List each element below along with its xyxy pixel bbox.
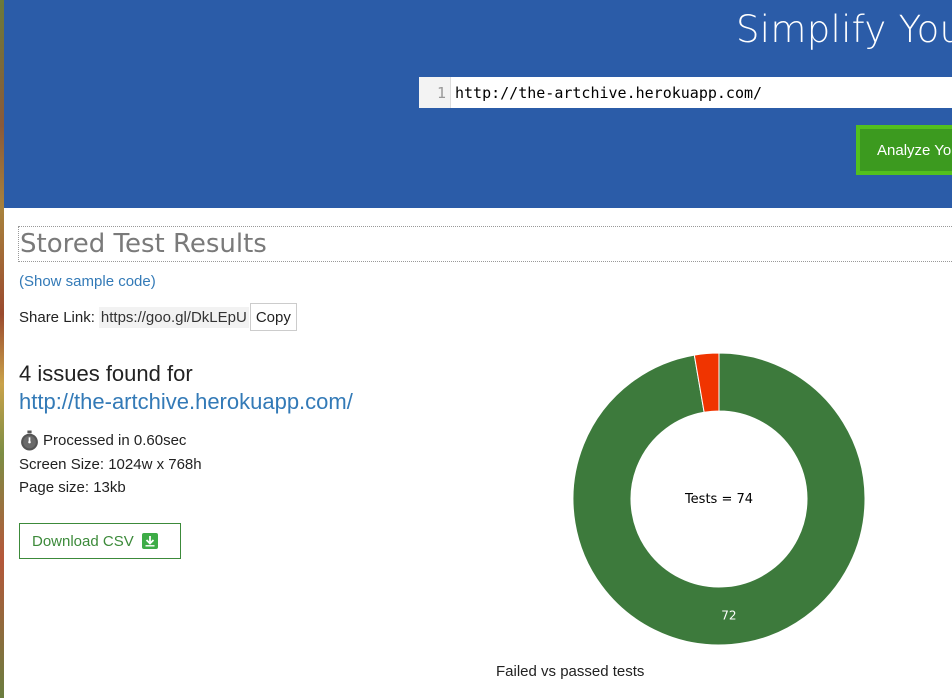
share-link-row: Share Link: https://goo.gl/DkLEpU Copy <box>19 302 297 332</box>
processed-text: Processed in 0.60sec <box>43 432 187 449</box>
screen-size: Screen Size: 1024w x 768h <box>19 456 202 473</box>
tested-url-link[interactable]: http://the-artchive.herokuapp.com/ <box>19 389 353 415</box>
editor-url-text[interactable]: http://the-artchive.herokuapp.com/ <box>451 84 762 102</box>
analyze-button[interactable]: Analyze Yo <box>856 125 952 175</box>
donut-data-label-passed: 72 <box>721 609 736 623</box>
stopwatch-icon <box>21 430 38 451</box>
download-arrow-icon <box>141 533 158 549</box>
chart-center-label: Tests = 74 <box>684 492 753 507</box>
hero-title: Simplify You <box>736 8 952 51</box>
share-link-label: Share Link: <box>19 308 95 326</box>
issues-heading: 4 issues found for <box>19 361 193 386</box>
download-csv-label: Download CSV <box>32 532 134 550</box>
processed-time: Processed in 0.60sec <box>19 430 186 451</box>
share-link-url[interactable]: https://goo.gl/DkLEpU <box>98 306 249 328</box>
failed-vs-passed-chart: 72 Tests = 74 <box>572 352 866 646</box>
url-editor[interactable]: 1 http://the-artchive.herokuapp.com/ <box>419 77 952 108</box>
hero-banner: Simplify You 1 http://the-artchive.herok… <box>4 0 952 208</box>
section-title: Stored Test Results <box>18 226 952 262</box>
chart-caption: Failed vs passed tests <box>496 663 645 680</box>
download-csv-button[interactable]: Download CSV <box>19 523 181 559</box>
editor-line-number: 1 <box>419 77 451 108</box>
page-size: Page size: 13kb <box>19 479 126 496</box>
show-sample-code-link[interactable]: (Show sample code) <box>19 273 156 290</box>
copy-button[interactable]: Copy <box>249 303 297 331</box>
